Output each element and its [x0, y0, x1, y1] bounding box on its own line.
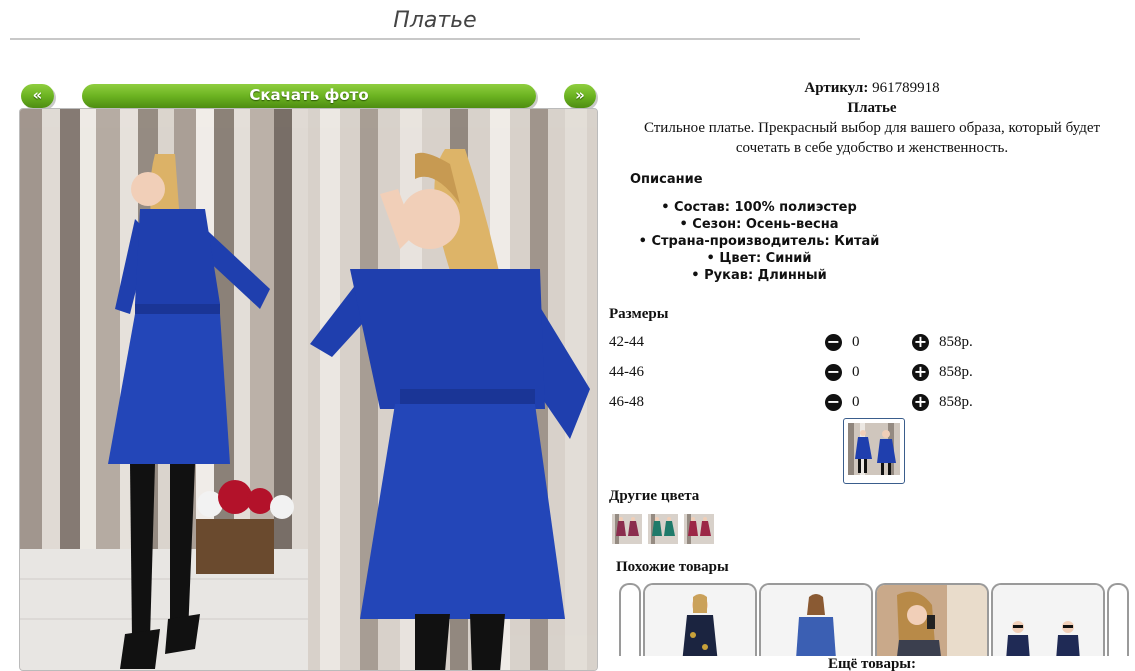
- color-swatch-thumbnail[interactable]: [648, 514, 678, 544]
- size-row: 44-46 − 0 + 858р.: [609, 364, 1009, 386]
- download-photo-button[interactable]: Скачать фото: [82, 84, 536, 108]
- plus-icon[interactable]: +: [912, 364, 929, 381]
- quantity-value: 0: [852, 334, 860, 350]
- property-item: Страна-производитель: Китай: [609, 233, 909, 250]
- product-photo[interactable]: [19, 108, 598, 671]
- quantity-value: 0: [852, 394, 860, 410]
- product-description: Стильное платье. Прекрасный выбор для ва…: [643, 120, 1101, 156]
- sizes-heading: Размеры: [609, 306, 669, 322]
- color-thumbnail-image: [612, 514, 642, 544]
- plus-icon[interactable]: +: [912, 394, 929, 411]
- size-price: 858р.: [939, 364, 973, 380]
- sku-line: Артикул: 961789918: [609, 78, 1135, 98]
- size-label: 46-48: [609, 394, 644, 410]
- page-title: Платье: [393, 8, 477, 33]
- color-thumbnail-image: [684, 514, 714, 544]
- plus-icon[interactable]: +: [912, 334, 929, 351]
- minus-icon[interactable]: −: [825, 394, 842, 411]
- more-products-heading: Ещё товары:: [609, 656, 1135, 671]
- product-info: Артикул: 961789918 Платье Стильное плать…: [609, 78, 1135, 284]
- selected-photo-thumbnail[interactable]: [843, 418, 905, 484]
- minus-icon[interactable]: −: [825, 334, 842, 351]
- property-item: Сезон: Осень-весна: [609, 216, 909, 233]
- property-item: Цвет: Синий: [609, 250, 909, 267]
- size-price: 858р.: [939, 394, 973, 410]
- product-name: Платье: [847, 100, 897, 116]
- sku-label: Артикул:: [804, 80, 869, 96]
- size-row: 46-48 − 0 + 858р.: [609, 394, 1009, 416]
- color-swatch-thumbnail[interactable]: [684, 514, 714, 544]
- similar-products-heading: Похожие товары: [616, 559, 729, 575]
- other-colors-heading: Другие цвета: [609, 488, 700, 504]
- details-heading: Описание: [630, 172, 703, 187]
- property-item: Рукав: Длинный: [609, 267, 909, 284]
- minus-icon[interactable]: −: [825, 364, 842, 381]
- next-photo-button[interactable]: »: [564, 84, 596, 108]
- size-price: 858р.: [939, 334, 973, 350]
- sku-value: 961789918: [872, 80, 940, 96]
- color-thumbnail-image: [648, 514, 678, 544]
- property-list: Состав: 100% полиэстер Сезон: Осень-весн…: [609, 199, 909, 284]
- size-row: 42-44 − 0 + 858р.: [609, 334, 1009, 356]
- quantity-value: 0: [852, 364, 860, 380]
- product-photo-image: [20, 109, 597, 670]
- size-label: 44-46: [609, 364, 644, 380]
- prev-photo-button[interactable]: «: [21, 84, 54, 108]
- title-divider: [10, 38, 860, 40]
- thumbnail-image: [848, 423, 900, 475]
- color-swatch-thumbnail[interactable]: [612, 514, 642, 544]
- property-item: Состав: 100% полиэстер: [609, 199, 909, 216]
- size-label: 42-44: [609, 334, 644, 350]
